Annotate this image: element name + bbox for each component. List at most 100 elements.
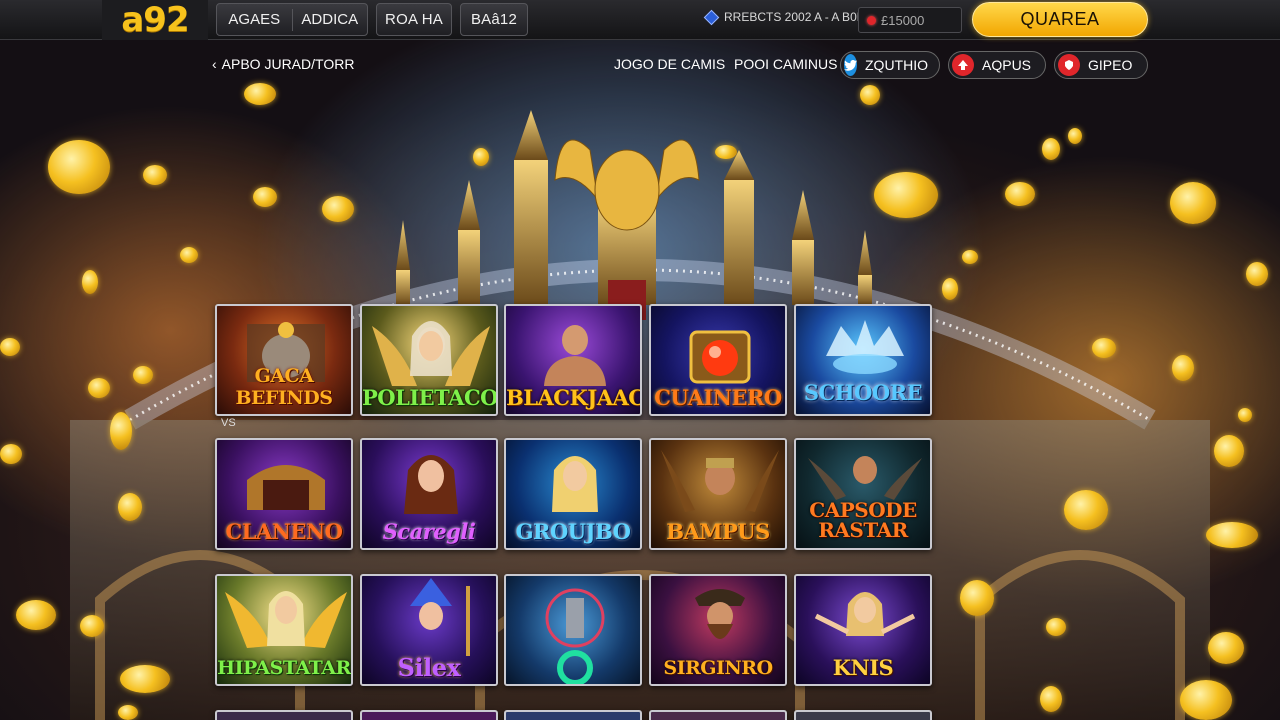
gold-coin-icon <box>1170 182 1216 224</box>
gold-coin-icon <box>88 378 110 398</box>
back-link[interactable]: ‹ APBO JURAD/TORR <box>212 56 354 72</box>
gold-coin-icon <box>1180 680 1232 720</box>
game-tile[interactable]: HIPASTATAR <box>215 574 353 686</box>
balance-display[interactable]: £15000 <box>858 7 962 33</box>
game-tile[interactable] <box>504 574 642 686</box>
chevron-left-icon: ‹ <box>212 56 217 72</box>
balance-amount: £15000 <box>881 12 925 28</box>
game-title: KNIS <box>832 655 894 680</box>
game-title: CLANENO <box>225 519 343 544</box>
game-tile[interactable] <box>504 710 642 720</box>
game-tile[interactable]: GACA BEFINDS <box>215 304 353 416</box>
game-title: SCHOORE <box>803 380 923 405</box>
sub-link-jogo[interactable]: JOGO DE CAMIS <box>614 56 725 72</box>
nav-item-agaes[interactable]: AGAES <box>217 11 292 28</box>
gold-coin-icon <box>960 580 994 616</box>
sub-link-pooi[interactable]: POOI CAMINUS <box>734 56 837 72</box>
game-title: CAPSODE RASTAR <box>809 498 917 542</box>
nav-group: AGAES ADDICA <box>216 3 368 36</box>
game-tile[interactable] <box>649 710 787 720</box>
gold-coin-icon <box>48 140 110 194</box>
game-tile[interactable]: BLACKJAACK <box>504 304 642 416</box>
gold-coin-icon <box>253 187 277 207</box>
robot-ring-icon <box>506 576 640 684</box>
gold-coin-icon <box>1206 522 1258 548</box>
back-link-label: APBO JURAD/TORR <box>221 56 355 72</box>
game-tile[interactable]: CAPSODE RASTAR <box>794 438 932 550</box>
gold-coin-icon <box>82 270 98 294</box>
game-tile[interactable] <box>794 710 932 720</box>
gold-coin-icon <box>1068 128 1082 144</box>
gold-coin-icon <box>118 493 142 521</box>
game-tile[interactable]: Silex <box>360 574 498 686</box>
social-label-gipeo: GIPEO <box>1088 57 1133 73</box>
game-title: BLACKJAACK <box>506 385 640 410</box>
game-title: Silex <box>397 653 461 682</box>
gold-coin-icon <box>1005 182 1035 206</box>
game-tile[interactable]: BAMPUS <box>649 438 787 550</box>
gold-coin-icon <box>0 444 22 464</box>
game-tile[interactable]: GROUJBO <box>504 438 642 550</box>
nav-item-addica[interactable]: ADDICA <box>293 11 368 28</box>
social-button-aqpus[interactable]: AQPUS <box>948 51 1046 79</box>
logo-container[interactable]: a92 <box>102 0 208 40</box>
gold-coin-icon <box>1042 138 1060 160</box>
gold-coin-icon <box>322 196 354 222</box>
top-navigation-bar: a92 AGAES ADDICA ROA HA BAâ12 RREBCTS 20… <box>0 0 1280 40</box>
game-tile[interactable]: SCHOORE <box>794 304 932 416</box>
gold-coin-icon <box>1246 262 1268 286</box>
arrow-up-icon <box>952 54 974 76</box>
gold-coin-icon <box>118 705 138 720</box>
gold-coin-icon <box>715 145 737 159</box>
social-label-aqpus: AQPUS <box>982 57 1032 73</box>
gold-coin-icon <box>1064 490 1108 530</box>
gold-coin-icon <box>0 338 20 356</box>
gold-coin-icon <box>120 665 170 693</box>
game-tile[interactable]: Scaregli <box>360 438 498 550</box>
grid-caption: VS <box>221 417 236 429</box>
gold-coin-icon <box>962 250 978 264</box>
gold-coin-icon <box>180 247 198 263</box>
gold-coin-icon <box>942 278 958 300</box>
social-label-twitter: ZQUTHIO <box>865 57 928 73</box>
game-tile[interactable] <box>360 710 498 720</box>
gold-coin-icon <box>110 412 132 450</box>
game-tile[interactable]: CLANENO <box>215 438 353 550</box>
twitter-icon <box>844 54 857 76</box>
promo-text: RREBCTS 2002 A - A B0B <box>724 10 865 24</box>
gold-coin-icon <box>16 600 56 630</box>
game-tile[interactable]: KNIS <box>794 574 932 686</box>
gold-coin-icon <box>1238 408 1252 422</box>
game-title: POLIETACO <box>362 385 498 410</box>
shield-icon <box>1058 54 1080 76</box>
gold-coin-icon <box>1092 338 1116 358</box>
game-tile[interactable]: CUAINERO <box>649 304 787 416</box>
gold-coin-icon <box>473 148 489 166</box>
social-button-twitter[interactable]: ZQUTHIO <box>840 51 940 79</box>
game-tile[interactable]: SIRGINRO <box>649 574 787 686</box>
social-button-gipeo[interactable]: GIPEO <box>1054 51 1148 79</box>
game-tile[interactable]: POLIETACO <box>360 304 498 416</box>
game-title: BAMPUS <box>666 519 770 544</box>
site-logo: a92 <box>121 0 189 40</box>
gold-coin-icon <box>1040 686 1062 712</box>
game-title: GACA BEFINDS <box>235 365 333 409</box>
gold-coin-icon <box>143 165 167 185</box>
game-tile[interactable] <box>215 710 353 720</box>
gold-coin-icon <box>860 85 880 105</box>
gold-coin-icon <box>1208 632 1244 664</box>
primary-cta-button[interactable]: QUAREA <box>972 2 1148 37</box>
promo-banner[interactable]: RREBCTS 2002 A - A B0B <box>703 9 865 25</box>
diamond-icon <box>703 9 720 25</box>
nav-item-roa-ha[interactable]: ROA HA <box>376 3 452 36</box>
game-title: Scaregli <box>382 519 476 544</box>
game-title: GROUJBO <box>515 519 631 544</box>
record-dot-icon <box>867 15 876 25</box>
gold-coin-icon <box>1046 618 1066 636</box>
gold-coin-icon <box>874 172 938 218</box>
gold-coin-icon <box>244 83 276 105</box>
game-title: SIRGINRO <box>663 657 773 679</box>
gold-coin-icon <box>133 366 153 384</box>
gold-coin-icon <box>80 615 104 637</box>
nav-item-ba[interactable]: BAâ12 <box>460 3 528 36</box>
